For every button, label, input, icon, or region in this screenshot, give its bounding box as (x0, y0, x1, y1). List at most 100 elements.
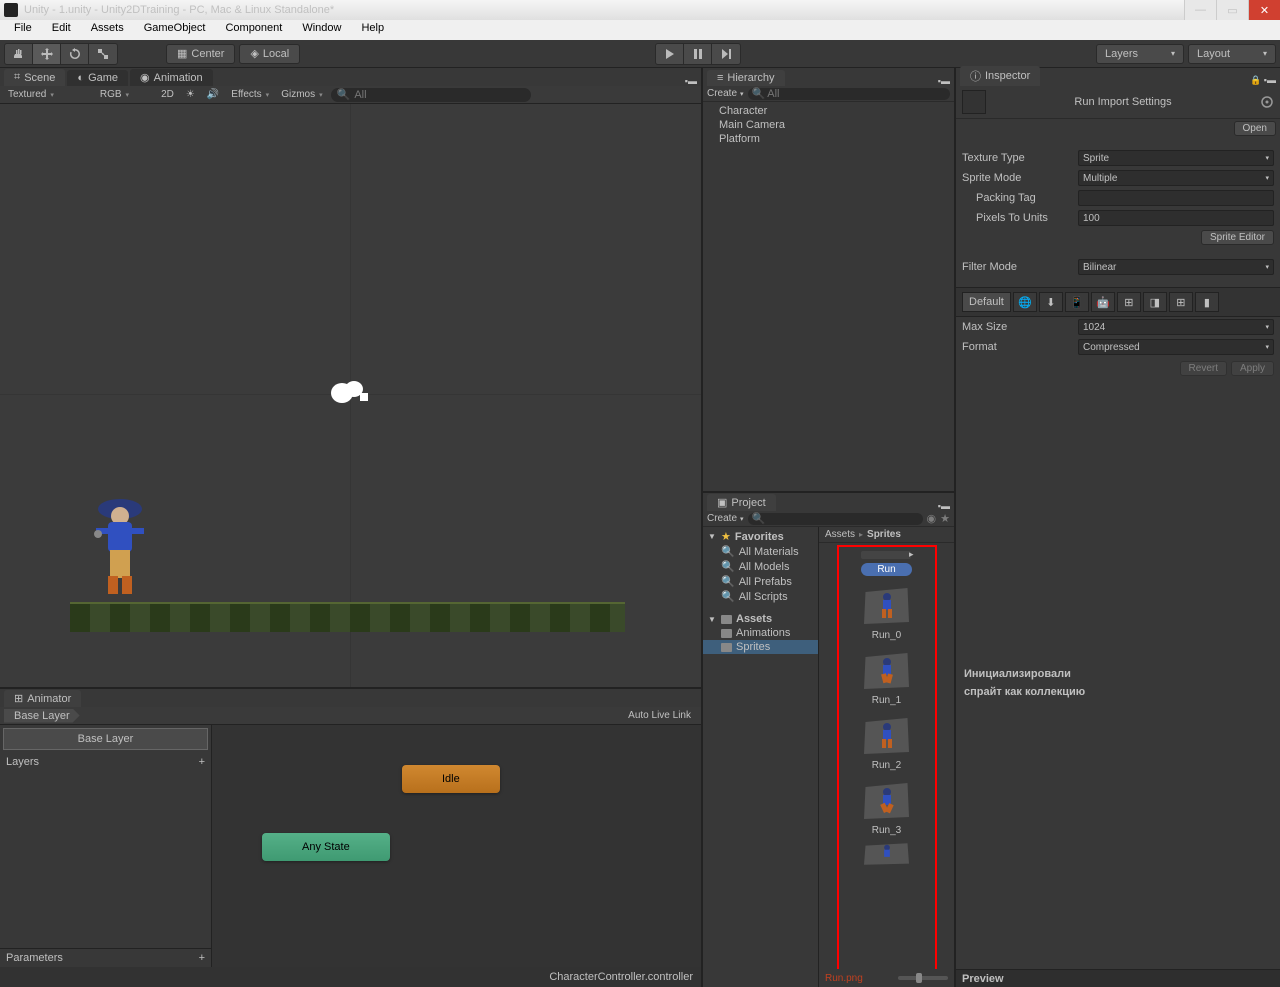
scene-view[interactable] (0, 104, 701, 687)
thumbnail-size-slider[interactable] (898, 976, 948, 980)
sprite-asset-run[interactable]: ▸ Run (861, 551, 911, 576)
add-layer-button[interactable]: + (199, 756, 205, 768)
base-layer-row[interactable]: Base Layer (3, 728, 208, 750)
hand-tool[interactable] (5, 44, 33, 64)
sprite-run-2[interactable]: Run_2 (862, 716, 912, 771)
fav-all-models[interactable]: 🔍All Models (703, 559, 818, 574)
rotate-tool[interactable] (61, 44, 89, 64)
sprite-editor-button[interactable]: Sprite Editor (1201, 230, 1274, 245)
tab-inspector[interactable]: ⓘInspector (960, 66, 1040, 86)
menu-assets[interactable]: Assets (81, 20, 134, 40)
breadcrumb-assets[interactable]: Assets (825, 529, 855, 540)
fav-all-materials[interactable]: 🔍All Materials (703, 544, 818, 559)
platform-tizen-icon[interactable]: ◨ (1143, 292, 1167, 312)
favorites-header[interactable]: ▼★Favorites (703, 529, 818, 544)
character-object[interactable] (90, 494, 150, 602)
animator-graph[interactable]: Idle Any State (212, 725, 701, 967)
2d-toggle[interactable]: 2D (157, 88, 178, 102)
shading-dropdown[interactable]: Textured (4, 88, 58, 102)
save-search-icon[interactable]: ★ (940, 512, 950, 525)
fav-all-scripts[interactable]: 🔍All Scripts (703, 589, 818, 604)
platform-object[interactable] (70, 602, 625, 632)
breadcrumb-sprites[interactable]: Sprites (867, 529, 901, 540)
revert-button[interactable]: Revert (1180, 361, 1227, 376)
panel-menu-icon[interactable]: ▪▬ (938, 501, 950, 511)
hierarchy-create-dropdown[interactable]: Create (707, 88, 744, 99)
animator-breadcrumb[interactable]: Base Layer (4, 709, 80, 723)
preview-bar[interactable]: Preview (956, 969, 1280, 987)
menu-component[interactable]: Component (215, 20, 292, 40)
light-toggle[interactable]: ☀ (182, 88, 199, 102)
state-idle[interactable]: Idle (402, 765, 500, 793)
platform-more-icon[interactable]: ▮ (1195, 292, 1219, 312)
platform-web-icon[interactable]: 🌐 (1013, 292, 1037, 312)
menu-edit[interactable]: Edit (42, 20, 81, 40)
filter-mode-dropdown[interactable]: Bilinear (1078, 259, 1274, 275)
scene-search[interactable]: 🔍All (331, 88, 531, 102)
platform-android-icon[interactable]: 🤖 (1091, 292, 1115, 312)
tab-hierarchy[interactable]: ≡Hierarchy (707, 70, 785, 86)
panel-menu-icon[interactable]: ▪▬ (685, 76, 697, 86)
tab-scene[interactable]: ⌗Scene (4, 69, 65, 86)
state-any-state[interactable]: Any State (262, 833, 390, 861)
hierarchy-item-camera[interactable]: Main Camera (703, 118, 954, 132)
panel-menu-icon[interactable]: 🔒 ▪▬ (1250, 75, 1276, 86)
open-button[interactable]: Open (1234, 121, 1276, 136)
panel-menu-icon[interactable]: ▪▬ (938, 76, 950, 86)
tab-animation[interactable]: ◉Animation (130, 69, 213, 86)
sprite-mode-dropdown[interactable]: Multiple (1078, 170, 1274, 186)
maximize-button[interactable]: ▭ (1216, 0, 1248, 20)
menu-gameobject[interactable]: GameObject (134, 20, 216, 40)
platform-default[interactable]: Default (962, 292, 1011, 312)
sprite-run-0[interactable]: Run_0 (862, 586, 912, 641)
texture-type-dropdown[interactable]: Sprite (1078, 150, 1274, 166)
tab-project[interactable]: ▣Project (707, 494, 776, 511)
platform-windows-icon[interactable]: ⊞ (1169, 292, 1193, 312)
gear-icon[interactable] (1260, 95, 1274, 109)
pixels-to-units-field[interactable]: 100 (1078, 210, 1274, 226)
folder-animations[interactable]: Animations (703, 626, 818, 640)
hierarchy-item-platform[interactable]: Platform (703, 132, 954, 146)
sprite-run-3[interactable]: Run_3 (862, 781, 912, 836)
menu-file[interactable]: File (4, 20, 42, 40)
scale-tool[interactable] (89, 44, 117, 64)
format-dropdown[interactable]: Compressed (1078, 339, 1274, 355)
packing-tag-field[interactable] (1078, 190, 1274, 206)
tab-animator[interactable]: ⊞Animator (4, 690, 81, 707)
audio-toggle[interactable]: 🔊 (203, 88, 223, 102)
menu-help[interactable]: Help (351, 20, 394, 40)
fav-all-prefabs[interactable]: 🔍All Prefabs (703, 574, 818, 589)
rgb-dropdown[interactable]: RGB (96, 88, 133, 102)
layout-dropdown[interactable]: Layout (1188, 44, 1276, 64)
platform-ios-icon[interactable]: 📱 (1065, 292, 1089, 312)
sprite-run-4[interactable] (862, 842, 912, 866)
layers-dropdown[interactable]: Layers (1096, 44, 1184, 64)
folder-sprites[interactable]: Sprites (703, 640, 818, 654)
close-button[interactable]: ✕ (1248, 0, 1280, 20)
pause-button[interactable] (684, 44, 712, 64)
platform-standalone-icon[interactable]: ⬇ (1039, 292, 1063, 312)
play-button[interactable] (656, 44, 684, 64)
project-search[interactable]: 🔍 (748, 513, 923, 525)
assets-header[interactable]: ▼Assets (703, 612, 818, 626)
move-tool[interactable] (33, 44, 61, 64)
sprite-run-1[interactable]: Run_1 (862, 651, 912, 706)
filter-icon[interactable]: ◉ (927, 512, 937, 525)
menu-window[interactable]: Window (292, 20, 351, 40)
platform-blackberry-icon[interactable]: ⊞ (1117, 292, 1141, 312)
gizmos-dropdown[interactable]: Gizmos (277, 88, 326, 102)
minimize-button[interactable]: — (1184, 0, 1216, 20)
tab-game[interactable]: ◐Game (67, 70, 128, 86)
parameters-label: Parameters (6, 952, 63, 964)
project-create-dropdown[interactable]: Create (707, 513, 744, 524)
auto-live-link-toggle[interactable]: Auto Live Link (622, 709, 697, 722)
add-parameter-button[interactable]: + (199, 952, 205, 964)
pivot-center-toggle[interactable]: ▦ Center (166, 44, 235, 64)
apply-button[interactable]: Apply (1231, 361, 1274, 376)
rotation-local-toggle[interactable]: ◈ Local (239, 44, 300, 64)
hierarchy-search[interactable]: 🔍All (748, 88, 950, 100)
max-size-dropdown[interactable]: 1024 (1078, 319, 1274, 335)
step-button[interactable] (712, 44, 740, 64)
effects-dropdown[interactable]: Effects (227, 88, 273, 102)
hierarchy-item-character[interactable]: Character (703, 104, 954, 118)
